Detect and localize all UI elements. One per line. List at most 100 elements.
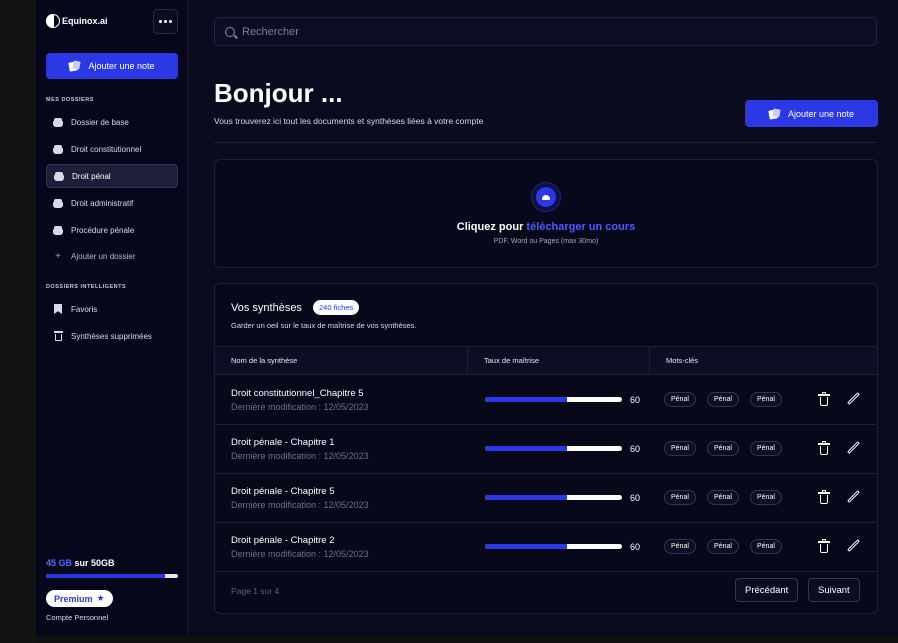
syntheses-description: Garder un oeil sur le taux de maîtrise d… [231, 321, 417, 330]
upload-icon [531, 182, 561, 212]
brand-logo-icon [46, 14, 60, 28]
keyword-tag[interactable]: Pénal [707, 539, 739, 554]
synthesis-title: Droit constitutionnel_Chapitre 5 [231, 388, 364, 399]
star-icon: ★ [96, 593, 105, 603]
note-icon [69, 61, 80, 71]
keyword-tag[interactable]: Pénal [750, 392, 782, 407]
bookmark-icon [54, 304, 62, 314]
column-header-name: Nom de la synthèse [215, 347, 468, 374]
folder-icon [54, 171, 64, 181]
mastery-progress-bar [485, 397, 622, 402]
upload-link[interactable]: télécharger un cours [526, 221, 635, 233]
sidebar-item-dossier-de-base[interactable]: Dossier de base [46, 110, 178, 134]
sidebar-item-syntheses-supprimees[interactable]: Synthèses supprimées [46, 324, 178, 348]
page-title: Bonjour ... [214, 78, 343, 108]
table-header: Nom de la synthèse Taux de maîtrise Mots… [215, 346, 877, 375]
synthesis-title: Droit pénale - Chapitre 1 [231, 437, 335, 448]
add-folder-button[interactable]: + Ajouter un dossier [46, 244, 178, 268]
next-page-button[interactable]: Suivant [808, 578, 860, 602]
column-header-mastery: Taux de maîtrise [468, 347, 650, 374]
delete-icon[interactable] [818, 539, 830, 553]
sidebar-item-label: Favoris [71, 304, 98, 314]
brand-name: Equinox.ai [62, 16, 108, 26]
edit-icon[interactable] [847, 539, 861, 553]
mastery-value: 60 [630, 542, 641, 552]
storage-total: sur 50GB [72, 558, 115, 568]
synthesis-date: Dernière modification : 12/05/2023 [231, 451, 369, 461]
upload-hint: PDF, Word ou Pages (max 30mo) [493, 238, 599, 245]
storage-progress-bar [46, 574, 178, 578]
keyword-tag[interactable]: Pénal [750, 539, 782, 554]
search-icon [225, 26, 235, 37]
folder-icon [53, 225, 63, 235]
mastery-progress-fill [485, 544, 568, 549]
storage-used: 45 GB [46, 558, 73, 568]
table-row[interactable]: Droit pénale - Chapitre 1 Dernière modif… [215, 425, 877, 474]
table-row[interactable]: Droit pénale - Chapitre 5 Dernière modif… [215, 474, 877, 523]
count-badge: 240 fiches [313, 300, 360, 315]
upload-cta: Cliquez pour télécharger un cours [215, 221, 877, 233]
synthesis-title: Droit pénale - Chapitre 2 [231, 535, 335, 546]
brand: Equinox.ai [46, 14, 108, 28]
edit-icon[interactable] [847, 392, 861, 406]
trash-icon [54, 331, 63, 341]
sidebar-item-label: Procédure pénale [71, 225, 135, 235]
syntheses-title: Vos synthèses [231, 302, 302, 314]
sidebar-item-favoris[interactable]: Favoris [46, 297, 178, 321]
upload-dropzone[interactable]: Cliquez pour télécharger un cours PDF, W… [214, 159, 878, 268]
keyword-tag[interactable]: Pénal [707, 392, 739, 407]
synthesis-date: Dernière modification : 12/05/2023 [231, 549, 369, 559]
table-row[interactable]: Droit constitutionnel_Chapitre 5 Dernièr… [215, 376, 877, 425]
premium-badge[interactable]: Premium ★ [46, 590, 113, 607]
sidebar-item-droit-administratif[interactable]: Droit administratif [46, 191, 178, 215]
delete-icon[interactable] [818, 490, 830, 504]
premium-label: Premium [54, 593, 93, 604]
sidebar-item-procedure-penale[interactable]: Procédure pénale [46, 218, 178, 242]
folder-icon [53, 144, 63, 154]
search-bar[interactable] [214, 17, 877, 46]
edit-icon[interactable] [847, 441, 861, 455]
main-content: Bonjour ... Vous trouverez ici tout les … [188, 0, 898, 636]
keyword-tag[interactable]: Pénal [664, 490, 696, 505]
folder-icon [53, 117, 63, 127]
sidebar-item-droit-penal[interactable]: Droit pénal [46, 164, 178, 188]
previous-page-button[interactable]: Précédant [735, 578, 799, 602]
sidebar-add-note-button[interactable]: Ajouter une note [46, 53, 178, 79]
sidebar-item-label: Droit pénal [72, 171, 111, 181]
keyword-tag[interactable]: Pénal [750, 441, 782, 456]
keyword-tag[interactable]: Pénal [707, 490, 739, 505]
edit-icon[interactable] [847, 490, 861, 504]
synthesis-date: Dernière modification : 12/05/2023 [231, 500, 369, 510]
table-row[interactable]: Droit pénale - Chapitre 2 Dernière modif… [215, 523, 877, 572]
add-note-button[interactable]: Ajouter une note [745, 100, 878, 127]
folders-section-title: MES DOSSIERS [46, 97, 94, 103]
mastery-value: 60 [630, 444, 641, 454]
mastery-value: 60 [630, 493, 641, 503]
sidebar-item-label: Droit constitutionnel [71, 144, 142, 154]
keyword-tag[interactable]: Pénal [707, 441, 739, 456]
sidebar-item-label: Droit administratif [71, 198, 134, 208]
mastery-progress-fill [485, 495, 568, 500]
storage-usage: 45 GB sur 50GB [46, 558, 115, 568]
pagination-text: Page 1 sur 4 [231, 586, 280, 596]
syntheses-card: Vos synthèses 240 fiches Garder un oeil … [214, 283, 878, 614]
page-subtitle: Vous trouverez ici tout les documents et… [214, 116, 484, 126]
synthesis-title: Droit pénale - Chapitre 5 [231, 486, 335, 497]
sidebar-add-note-label: Ajouter une note [88, 61, 155, 71]
delete-icon[interactable] [818, 392, 830, 406]
keyword-tag[interactable]: Pénal [664, 539, 696, 554]
mastery-progress-bar [485, 544, 622, 549]
more-options-button[interactable] [153, 9, 178, 34]
sidebar-item-label: Dossier de base [71, 117, 129, 127]
keyword-tag[interactable]: Pénal [664, 392, 696, 407]
keyword-tag[interactable]: Pénal [664, 441, 696, 456]
delete-icon[interactable] [818, 441, 830, 455]
divider [214, 142, 877, 143]
ellipsis-icon [159, 20, 162, 23]
sidebar-item-droit-constitutionnel[interactable]: Droit constitutionnel [46, 137, 178, 161]
add-folder-label: Ajouter un dossier [71, 251, 136, 261]
keyword-tag[interactable]: Pénal [750, 490, 782, 505]
smart-folders-section-title: DOSSIERS INTELLIGENTS [46, 284, 127, 290]
search-input[interactable] [242, 25, 842, 38]
add-note-label: Ajouter une note [787, 108, 855, 119]
